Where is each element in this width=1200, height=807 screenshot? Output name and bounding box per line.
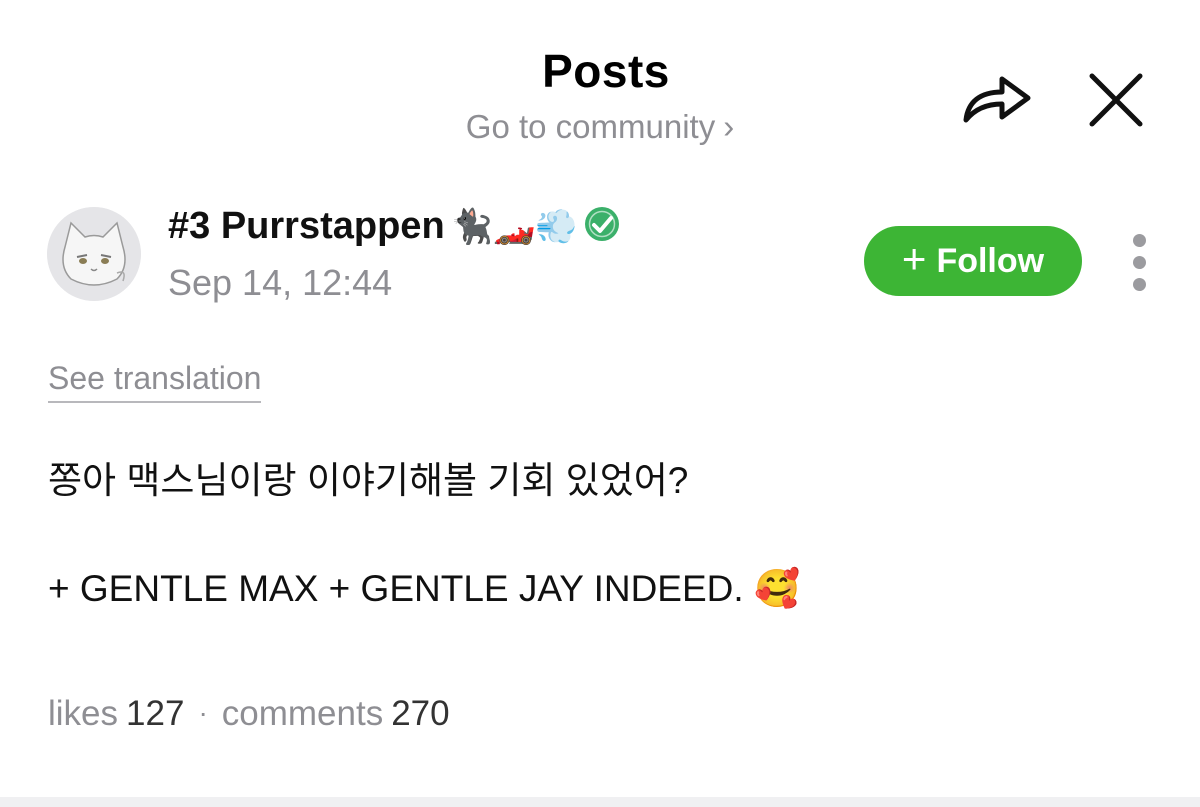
- more-options-button[interactable]: [1126, 234, 1154, 292]
- author-name-row[interactable]: #3 Purrstappen 🐈‍⬛🏎️💨: [168, 205, 620, 248]
- stats-separator: ·: [198, 697, 208, 728]
- plus-icon: +: [901, 235, 927, 282]
- verified-badge-icon: [584, 206, 620, 242]
- comments-count: 270: [391, 694, 450, 733]
- cat-avatar-icon: [47, 207, 141, 301]
- author-avatar[interactable]: [47, 207, 141, 301]
- likes-label[interactable]: likes: [48, 694, 118, 733]
- follow-button[interactable]: + Follow: [864, 226, 1082, 296]
- more-dots-icon: [1133, 234, 1146, 247]
- bottom-divider: [0, 797, 1200, 807]
- comments-label[interactable]: comments: [222, 694, 383, 733]
- more-dots-icon: [1133, 256, 1146, 269]
- close-button[interactable]: [1086, 70, 1146, 130]
- follow-label: Follow: [936, 241, 1045, 280]
- community-link-label: Go to community: [465, 108, 716, 145]
- close-icon: [1089, 73, 1143, 127]
- post-timestamp: Sep 14, 12:44: [168, 262, 393, 303]
- more-dots-icon: [1133, 278, 1146, 291]
- post-text-line: 쫑아 맥스님이랑 이야기해볼 기회 있었어?: [48, 460, 689, 501]
- share-button[interactable]: [960, 66, 1034, 128]
- author-name-emoji: 🐈‍⬛🏎️💨: [450, 208, 578, 246]
- share-arrow-icon: [963, 76, 1031, 123]
- post-body: 쫑아 맥스님이랑 이야기해볼 기회 있었어? + GENTLE MAX + GE…: [48, 454, 1148, 616]
- author-name: #3 Purrstappen: [168, 205, 445, 247]
- header: Posts Go to community ›: [0, 0, 1200, 170]
- post-text-line: + GENTLE MAX + GENTLE JAY INDEED. 🥰: [48, 568, 801, 609]
- chevron-right-icon: ›: [723, 108, 735, 145]
- likes-count: 127: [126, 694, 185, 733]
- post-stats: likes 127 · comments 270: [48, 694, 450, 734]
- see-translation-link[interactable]: See translation: [48, 360, 262, 403]
